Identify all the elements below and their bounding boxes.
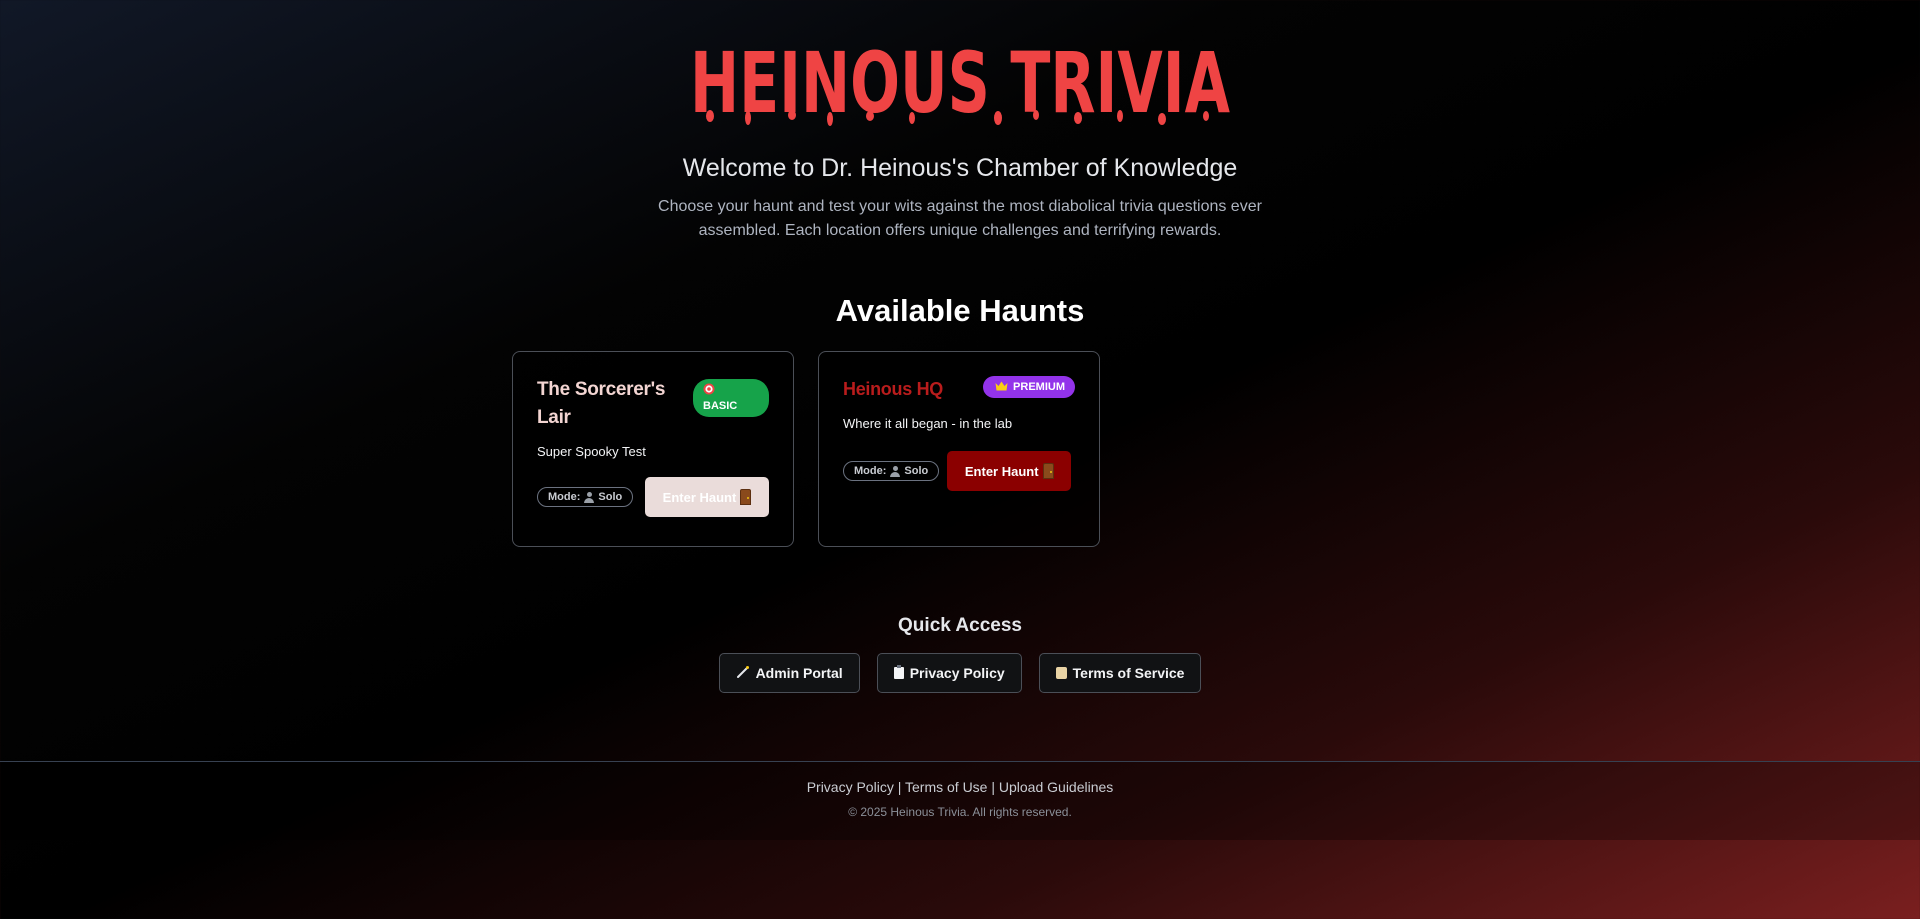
intro-text: Choose your haunt and test your wits aga… [658,198,1262,239]
mode-value: Solo [904,465,929,477]
mode-pill: Mode: Solo [843,461,940,481]
footer-privacy-link[interactable]: Privacy Policy [807,779,894,795]
door-icon [740,489,752,505]
mode-pill: Mode: Solo [537,487,634,507]
wand-icon [736,665,750,682]
clipboard-icon [893,665,904,679]
site-logo: HEINOUS TRIVIA [0,36,1920,126]
available-haunts-heading: Available Haunts [835,293,1085,328]
privacy-policy-label: Privacy Policy [909,665,1005,681]
haunt-card-list: The Sorcerer's Lair BASIC Super Spooky T… [512,351,1920,547]
badge-label: PREMIUM [1013,381,1065,393]
enter-haunt-label: Enter Haunt [662,489,737,505]
footer-upload-guidelines-link[interactable]: Upload Guidelines [999,779,1113,795]
enter-haunt-button[interactable]: Enter Haunt [947,451,1072,491]
welcome-heading: Welcome to Dr. Heinous's Chamber of Know… [682,154,1238,182]
enter-haunt-label: Enter Haunt [964,463,1039,479]
crown-icon [995,381,1008,394]
quick-access-bar: Admin Portal Privacy Policy Terms of Ser… [0,653,1920,693]
footer-links: Privacy Policy | Terms of Use | Upload G… [0,779,1920,795]
badge-label: BASIC [703,400,738,412]
person-icon [890,465,901,477]
page-footer: Privacy Policy | Terms of Use | Upload G… [0,761,1920,840]
basic-badge: BASIC [693,379,769,417]
mode-label: Mode: [548,491,581,503]
privacy-policy-button[interactable]: Privacy Policy [876,653,1022,693]
mode-value: Solo [598,491,623,503]
person-icon [584,491,595,503]
footer-terms-link[interactable]: Terms of Use [905,779,987,795]
haunt-title: The Sorcerer's Lair [537,379,666,428]
footer-separator: | [897,779,902,795]
haunt-title: Heinous HQ [843,379,944,399]
scroll-icon [1055,667,1067,679]
main-content: HEINOUS TRIVIA Welcome to Dr. Heinous's … [0,36,1920,693]
admin-portal-button[interactable]: Admin Portal [718,653,860,693]
footer-separator: | [991,779,995,795]
terms-of-service-button[interactable]: Terms of Service [1038,653,1202,693]
quick-access-heading: Quick Access [898,615,1022,636]
logo-text: HEINOUS TRIVIA [690,36,1230,126]
target-icon [703,383,715,399]
haunt-description: Where it all began - in the lab [843,416,1013,431]
haunt-description: Super Spooky Test [537,444,646,459]
mode-label: Mode: [854,465,887,477]
premium-badge: PREMIUM [983,376,1075,398]
terms-of-service-label: Terms of Service [1072,665,1185,681]
haunt-card-heinous-hq: Heinous HQ PREMIUM Where it all began - … [818,351,1100,547]
enter-haunt-button[interactable]: Enter Haunt [645,477,769,517]
admin-portal-label: Admin Portal [755,665,843,681]
copyright-text: © 2025 Heinous Trivia. All rights reserv… [848,805,1072,819]
door-icon [1042,463,1054,479]
haunt-card-sorcerers-lair: The Sorcerer's Lair BASIC Super Spooky T… [512,351,794,547]
